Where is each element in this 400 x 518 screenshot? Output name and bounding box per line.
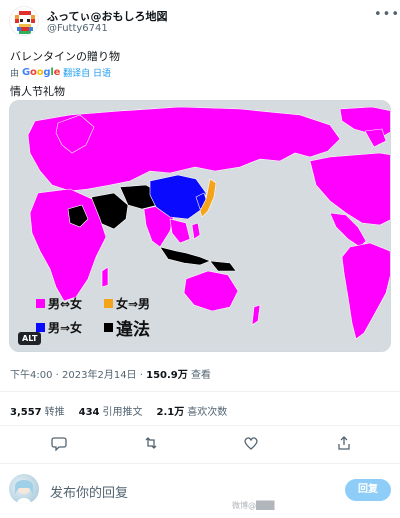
like-stat[interactable]: 2.1万 喜欢次数 <box>157 403 228 418</box>
legend-swatch <box>104 299 113 308</box>
translate-source-link[interactable]: 翻译自 日语 <box>63 66 111 79</box>
legend-item: 女⇒男 <box>104 295 150 312</box>
share-icon[interactable] <box>336 435 352 455</box>
reply-icon[interactable] <box>51 435 67 455</box>
tweet-header: ふってぃ@おもしろ地図 @Futty6741 ••• <box>0 0 400 40</box>
divider <box>0 391 400 392</box>
retweet-icon[interactable] <box>143 435 159 455</box>
legend-swatch <box>36 299 45 308</box>
legend-swatch <box>36 323 45 332</box>
legend-label: 女⇒男 <box>116 297 151 311</box>
legend-item: 男⇔女 <box>36 295 82 312</box>
alt-badge[interactable]: ALT <box>18 332 42 345</box>
legend-swatch <box>104 323 113 332</box>
quote-label: 引用推文 <box>102 407 143 418</box>
legend-label: 違法 <box>116 320 150 340</box>
divider <box>0 463 400 464</box>
tweet-time[interactable]: 下午4:00 <box>10 370 52 381</box>
author-handle[interactable]: @Futty6741 <box>47 23 108 34</box>
views-label: 查看 <box>190 370 211 381</box>
tweet-date[interactable]: 2023年2月14日 <box>62 370 137 381</box>
quote-stat[interactable]: 434 引用推文 <box>79 403 143 418</box>
like-label: 喜欢次数 <box>187 407 228 418</box>
tweet-meta: 下午4:00 · 2023年2月14日 · 150.9万 查看 <box>10 366 211 381</box>
legend-label: 男⇒女 <box>48 321 83 335</box>
retweet-label: 转推 <box>44 407 65 418</box>
action-bar <box>0 430 400 460</box>
views-count: 150.9万 <box>146 370 188 381</box>
translate-by-label: 由 <box>10 68 20 79</box>
legend-item: 男⇒女 <box>36 319 82 336</box>
quote-count: 434 <box>78 407 100 418</box>
tweet-text: バレンタインの贈り物 <box>10 50 120 63</box>
watermark: 微博@███ <box>232 501 275 510</box>
translated-text: 情人节礼物 <box>10 85 65 98</box>
avatar[interactable] <box>9 6 39 36</box>
more-options-icon[interactable]: ••• <box>374 7 400 22</box>
translation-attribution: 由 Google 翻译自 日语 <box>10 66 111 79</box>
google-logo: Google <box>22 66 61 78</box>
retweet-count: 3,557 <box>10 407 42 418</box>
like-count: 2.1万 <box>156 407 185 418</box>
legend-item: 違法 <box>104 315 150 340</box>
reply-button[interactable]: 回复 <box>345 479 391 501</box>
engagement-stats: 3,557 转推 434 引用推文 2.1万 喜欢次数 <box>10 403 227 418</box>
reply-avatar <box>9 474 39 504</box>
map-legend: 男⇔女 女⇒男 男⇒女 違法 <box>36 295 172 347</box>
map-image[interactable]: 男⇔女 女⇒男 男⇒女 違法 ALT <box>9 100 391 352</box>
legend-label: 男⇔女 <box>48 297 83 311</box>
reply-composer: 发布你的回复 回复 <box>0 465 400 518</box>
author-name[interactable]: ふってぃ@おもしろ地図 <box>47 8 167 24</box>
divider <box>0 425 400 426</box>
reply-input[interactable]: 发布你的回复 <box>50 482 128 501</box>
retweet-stat[interactable]: 3,557 转推 <box>10 403 65 418</box>
heart-icon[interactable] <box>243 435 259 455</box>
